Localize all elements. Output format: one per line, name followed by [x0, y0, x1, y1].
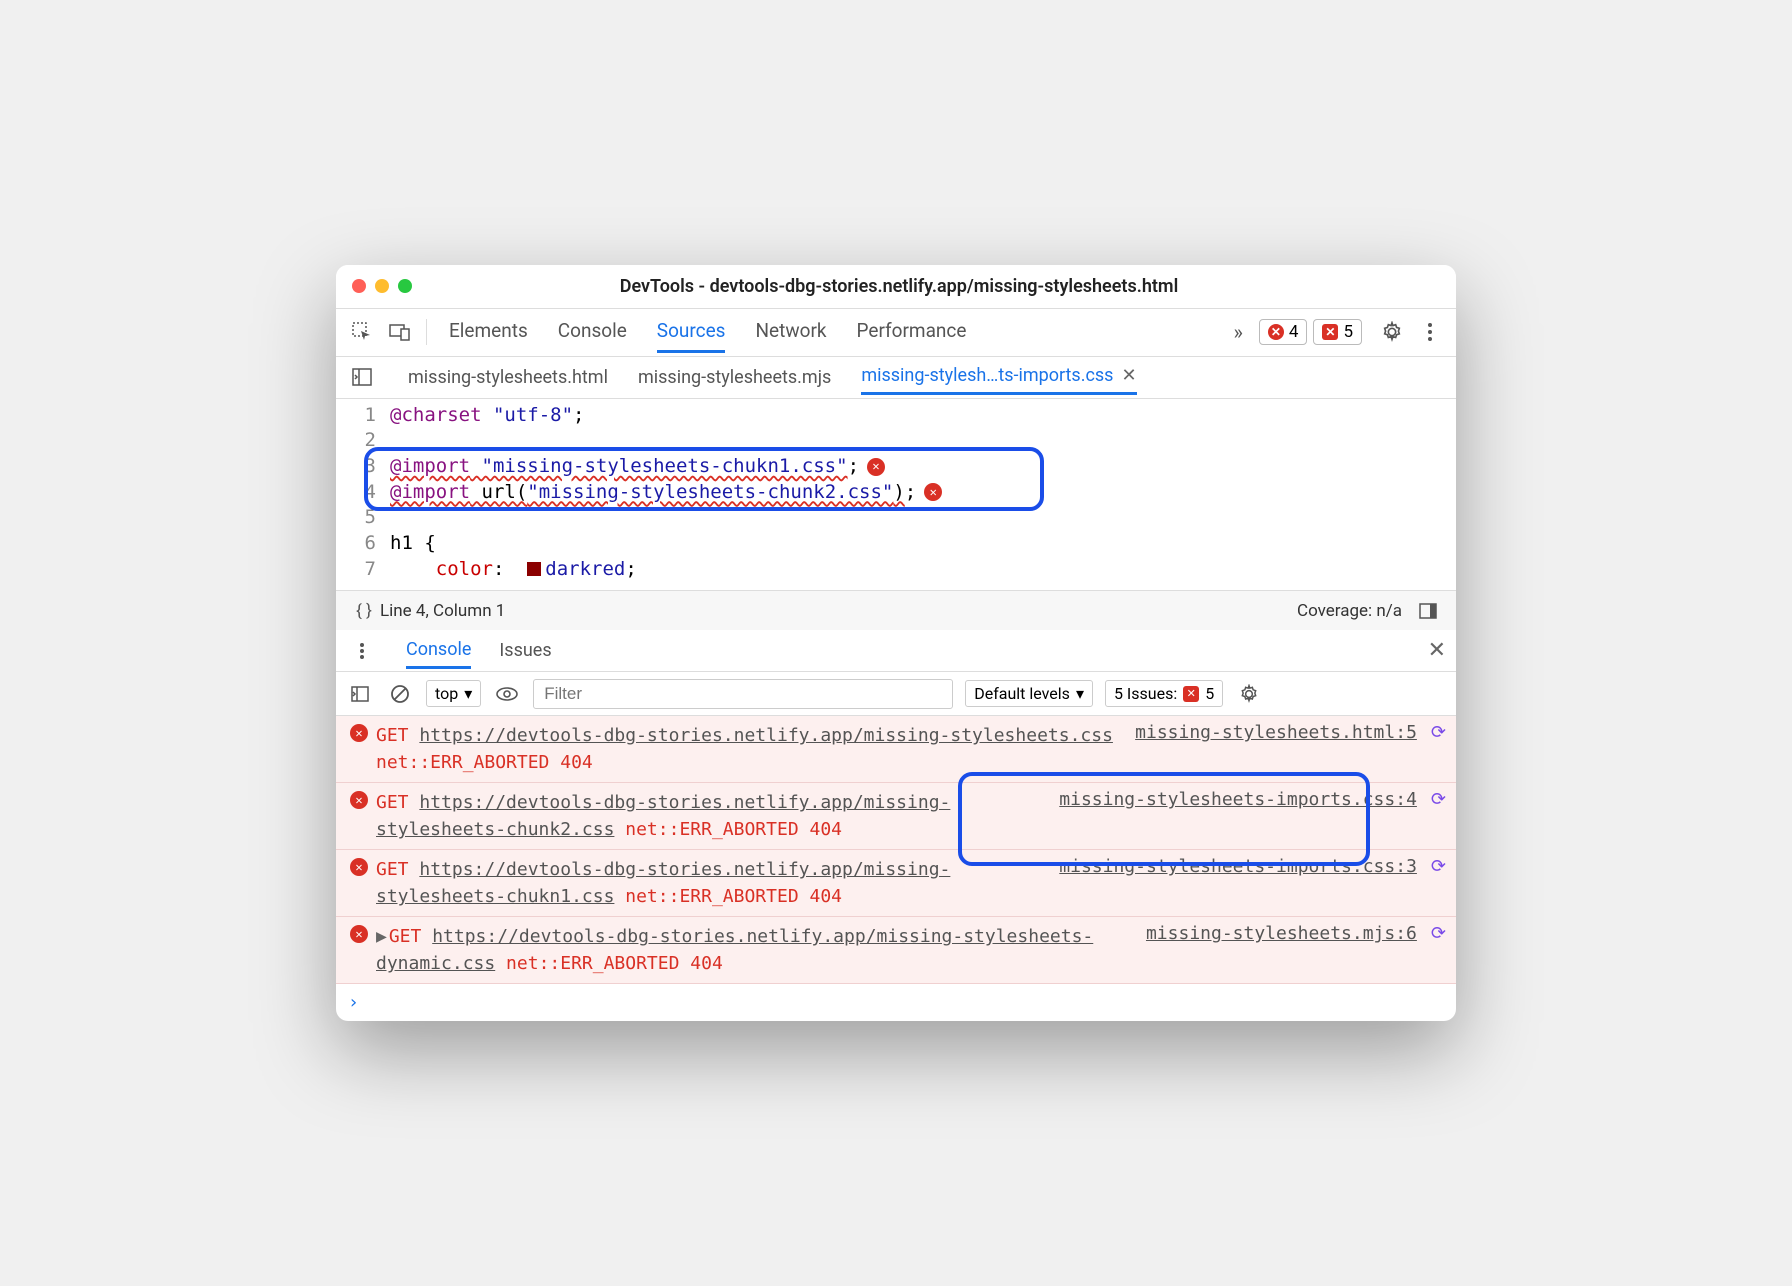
console-settings-icon[interactable] — [1235, 680, 1263, 708]
more-tabs-icon[interactable]: » — [1224, 320, 1253, 344]
file-tab-1[interactable]: missing-stylesheets.mjs — [638, 361, 831, 394]
file-tabs: missing-stylesheets.html missing-stylesh… — [336, 357, 1456, 399]
sync-icon[interactable]: ⟳ — [1431, 722, 1446, 743]
clear-console-icon[interactable] — [386, 680, 414, 708]
source-link[interactable]: missing-stylesheets-imports.css:4 — [1049, 789, 1417, 810]
close-tab-icon[interactable]: ✕ — [1121, 365, 1136, 386]
error-icon[interactable]: ✕ — [867, 458, 885, 476]
tab-elements[interactable]: Elements — [449, 311, 528, 353]
sync-icon[interactable]: ⟳ — [1431, 789, 1446, 810]
console-row[interactable]: ✕ GET https://devtools-dbg-stories.netli… — [336, 783, 1456, 850]
error-icon: ✕ — [350, 858, 368, 876]
issue-count-badge[interactable]: ✕5 — [1313, 319, 1362, 345]
expand-icon[interactable]: ▶ — [376, 926, 387, 947]
error-icon: ✕ — [350, 724, 368, 742]
error-count-badge[interactable]: ✕4 — [1259, 319, 1308, 345]
live-expression-icon[interactable] — [493, 680, 521, 708]
console-sidebar-icon[interactable] — [346, 680, 374, 708]
settings-icon[interactable] — [1376, 316, 1408, 348]
drawer-tabs: Console Issues ✕ — [336, 630, 1456, 672]
console-prompt[interactable]: › — [336, 984, 1456, 1021]
maximize-window-button[interactable] — [398, 279, 412, 293]
source-link[interactable]: missing-stylesheets.mjs:6 — [1136, 923, 1417, 944]
console-row[interactable]: ✕ GET https://devtools-dbg-stories.netli… — [336, 716, 1456, 783]
device-toggle-icon[interactable] — [384, 316, 416, 348]
issues-badge[interactable]: 5 Issues:✕5 — [1105, 680, 1223, 707]
devtools-window: DevTools - devtools-dbg-stories.netlify.… — [336, 265, 1456, 1021]
inspect-icon[interactable] — [346, 316, 378, 348]
panel-tabs: Elements Console Sources Network Perform… — [449, 311, 1218, 353]
editor-statusbar: { } Line 4, Column 1 Coverage: n/a — [336, 590, 1456, 630]
context-selector[interactable]: top▾ — [426, 680, 481, 707]
drawer-kebab-icon[interactable] — [346, 635, 378, 667]
kebab-menu-icon[interactable] — [1414, 316, 1446, 348]
tab-performance[interactable]: Performance — [857, 311, 967, 353]
error-icon[interactable]: ✕ — [924, 483, 942, 501]
titlebar: DevTools - devtools-dbg-stories.netlify.… — [336, 265, 1456, 309]
drawer-close-icon[interactable]: ✕ — [1428, 638, 1446, 663]
sync-icon[interactable]: ⟳ — [1431, 856, 1446, 877]
tab-sources[interactable]: Sources — [657, 311, 726, 353]
tab-console[interactable]: Console — [558, 311, 627, 353]
source-link[interactable]: missing-stylesheets.html:5 — [1125, 722, 1417, 743]
main-toolbar: Elements Console Sources Network Perform… — [336, 309, 1456, 357]
sidebar-toggle-icon[interactable] — [1412, 595, 1444, 627]
console-output: ✕ GET https://devtools-dbg-stories.netli… — [336, 716, 1456, 1021]
console-row[interactable]: ✕ ▶GET https://devtools-dbg-stories.netl… — [336, 917, 1456, 984]
source-link[interactable]: missing-stylesheets-imports.css:3 — [1049, 856, 1417, 877]
file-tab-2[interactable]: missing-stylesh…ts-imports.css✕ — [861, 359, 1136, 395]
log-levels-selector[interactable]: Default levels▾ — [965, 680, 1093, 707]
error-icon: ✕ — [350, 925, 368, 943]
drawer-tab-console[interactable]: Console — [406, 633, 471, 669]
minimize-window-button[interactable] — [375, 279, 389, 293]
code-editor[interactable]: 1@charset "utf-8"; 2 3@import "missing-s… — [336, 399, 1456, 590]
console-row[interactable]: ✕ GET https://devtools-dbg-stories.netli… — [336, 850, 1456, 917]
sync-icon[interactable]: ⟳ — [1431, 923, 1446, 944]
window-title: DevTools - devtools-dbg-stories.netlify.… — [412, 276, 1386, 297]
console-toolbar: top▾ Default levels▾ 5 Issues:✕5 — [336, 672, 1456, 716]
coverage-status: Coverage: n/a — [1297, 601, 1402, 621]
navigator-toggle-icon[interactable] — [346, 361, 378, 393]
error-icon: ✕ — [350, 791, 368, 809]
drawer-tab-issues[interactable]: Issues — [499, 634, 551, 667]
close-window-button[interactable] — [352, 279, 366, 293]
cursor-position: Line 4, Column 1 — [380, 601, 505, 621]
tab-network[interactable]: Network — [755, 311, 826, 353]
traffic-lights — [352, 279, 412, 293]
file-tab-0[interactable]: missing-stylesheets.html — [408, 361, 608, 394]
pretty-print-icon[interactable]: { } — [348, 595, 380, 627]
filter-input[interactable] — [533, 679, 953, 709]
